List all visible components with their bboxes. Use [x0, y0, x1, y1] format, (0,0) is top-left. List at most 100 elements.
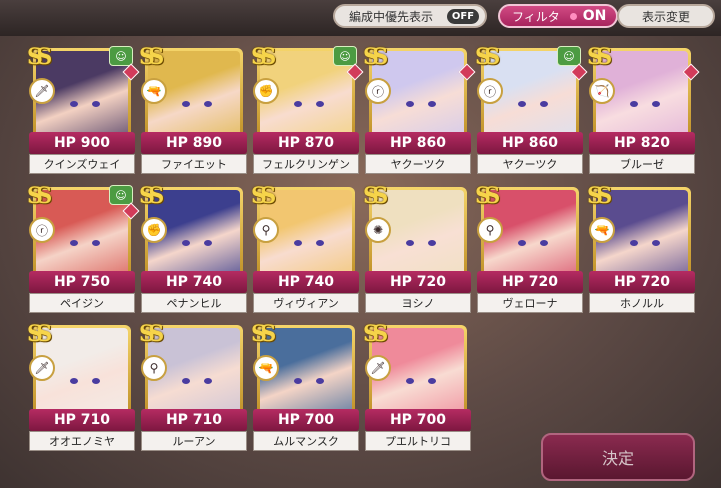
weapon-type-icon: ⚲ — [141, 355, 167, 381]
character-name: ムルマンスク — [253, 431, 359, 451]
eye-right — [316, 240, 324, 246]
character-name: ルーアン — [141, 431, 247, 451]
character-card[interactable]: SS ⓡ ☺ HP 860 ヤクーツク — [475, 44, 588, 174]
character-card[interactable]: SS 🏹 HP 820 ブルーゼ — [587, 44, 700, 174]
character-card[interactable]: SS ✺ HP 720 ヨシノ — [363, 183, 471, 313]
character-card[interactable]: SS ⚲ HP 740 ヴィヴィアン — [251, 183, 359, 313]
hp-value: HP 860 — [477, 132, 583, 154]
eye-right — [92, 378, 100, 384]
character-card[interactable]: SS 🗡 ☺ HP 900 クインズウェイ — [27, 44, 140, 174]
character-card[interactable]: SS ⚲ HP 710 ルーアン — [139, 321, 247, 451]
character-name: ファイエット — [141, 154, 247, 174]
filter-state: ON — [582, 8, 607, 24]
eye-right — [92, 101, 100, 107]
eye-left — [294, 240, 302, 246]
hp-value: HP 900 — [29, 132, 135, 154]
weapon-type-icon: ✊ — [253, 78, 279, 104]
character-card[interactable]: SS ⚲ HP 720 ヴェローナ — [475, 183, 583, 313]
eye-left — [406, 378, 414, 384]
eye-left — [518, 240, 526, 246]
hp-value: HP 740 — [141, 271, 247, 293]
rank-ss-icon: SS — [475, 44, 500, 70]
eye-left — [406, 240, 414, 246]
character-card[interactable]: SS 🗡 HP 710 オオエノミヤ — [27, 321, 135, 451]
eye-right — [92, 240, 100, 246]
hp-value: HP 750 — [29, 271, 135, 293]
eye-right — [428, 240, 436, 246]
character-name: ペイジン — [29, 293, 135, 313]
hp-value: HP 720 — [365, 271, 471, 293]
weapon-type-icon: 🔫 — [141, 78, 167, 104]
eye-right — [540, 101, 548, 107]
priority-display-toggle[interactable]: 編成中優先表示 OFF — [333, 4, 487, 28]
eye-left — [182, 240, 190, 246]
character-card[interactable]: SS 🔫 HP 720 ホノルル — [587, 183, 695, 313]
decide-button[interactable]: 決定 — [541, 433, 695, 481]
rank-ss-icon: SS — [475, 183, 500, 209]
weapon-type-icon: ⚲ — [253, 217, 279, 243]
character-name: ペナンヒル — [141, 293, 247, 313]
weapon-type-icon: ✊ — [141, 217, 167, 243]
eye-left — [182, 378, 190, 384]
character-name: ホノルル — [589, 293, 695, 313]
character-name: ブルーゼ — [589, 154, 695, 174]
priority-display-label: 編成中優先表示 — [349, 9, 434, 24]
character-card[interactable]: SS ⓡ ☺ HP 750 ペイジン — [27, 183, 140, 313]
eye-left — [630, 101, 638, 107]
weapon-type-icon: 🗡 — [29, 355, 55, 381]
hp-value: HP 890 — [141, 132, 247, 154]
top-bar: 編成中優先表示 OFF フィルタ ON 表示変更 — [0, 0, 721, 36]
weapon-type-icon: 🔫 — [589, 217, 615, 243]
character-name: ヴィヴィアン — [253, 293, 359, 313]
rank-ss-icon: SS — [363, 44, 388, 70]
character-name: プエルトリコ — [365, 431, 471, 451]
party-member-icon: ☺ — [109, 185, 133, 205]
rank-ss-icon: SS — [139, 183, 164, 209]
weapon-type-icon: ⚲ — [477, 217, 503, 243]
eye-left — [70, 240, 78, 246]
weapon-type-icon: 🏹 — [589, 78, 615, 104]
eye-left — [182, 101, 190, 107]
eye-right — [204, 101, 212, 107]
eye-right — [204, 378, 212, 384]
rank-ss-icon: SS — [27, 321, 52, 347]
eye-right — [652, 101, 660, 107]
character-name: ヨシノ — [365, 293, 471, 313]
character-card[interactable]: SS ✊ HP 740 ペナンヒル — [139, 183, 247, 313]
character-card[interactable]: SS 🔫 HP 890 ファイエット — [139, 44, 247, 174]
hp-value: HP 700 — [253, 409, 359, 431]
eye-right — [204, 240, 212, 246]
character-name: ヤクーツク — [365, 154, 471, 174]
weapon-type-icon: ⓡ — [365, 78, 391, 104]
eye-left — [630, 240, 638, 246]
character-name: ヴェローナ — [477, 293, 583, 313]
hp-value: HP 820 — [589, 132, 695, 154]
character-card[interactable]: SS ✊ ☺ HP 870 フェルクリンゲン — [251, 44, 364, 174]
party-member-icon: ☺ — [109, 46, 133, 66]
display-change-button[interactable]: 表示変更 — [617, 4, 715, 28]
eye-right — [428, 378, 436, 384]
rank-ss-icon: SS — [587, 44, 612, 70]
character-card[interactable]: SS 🔫 HP 700 ムルマンスク — [251, 321, 359, 451]
character-card[interactable]: SS ⓡ HP 860 ヤクーツク — [363, 44, 476, 174]
hp-value: HP 710 — [29, 409, 135, 431]
hp-value: HP 710 — [141, 409, 247, 431]
weapon-type-icon: ✺ — [365, 217, 391, 243]
eye-left — [294, 378, 302, 384]
eye-right — [316, 101, 324, 107]
rank-ss-icon: SS — [251, 321, 276, 347]
rank-ss-icon: SS — [363, 321, 388, 347]
character-name: ヤクーツク — [477, 154, 583, 174]
character-name: クインズウェイ — [29, 154, 135, 174]
filter-toggle[interactable]: フィルタ ON — [498, 4, 618, 28]
weapon-type-icon: 🔫 — [253, 355, 279, 381]
character-name: フェルクリンゲン — [253, 154, 359, 174]
rank-ss-icon: SS — [139, 321, 164, 347]
filter-label: フィルタ — [512, 9, 560, 24]
rank-ss-icon: SS — [27, 44, 52, 70]
hp-value: HP 720 — [589, 271, 695, 293]
character-card[interactable]: SS 🗡 HP 700 プエルトリコ — [363, 321, 471, 451]
eye-left — [70, 101, 78, 107]
eye-left — [294, 101, 302, 107]
hp-value: HP 860 — [365, 132, 471, 154]
